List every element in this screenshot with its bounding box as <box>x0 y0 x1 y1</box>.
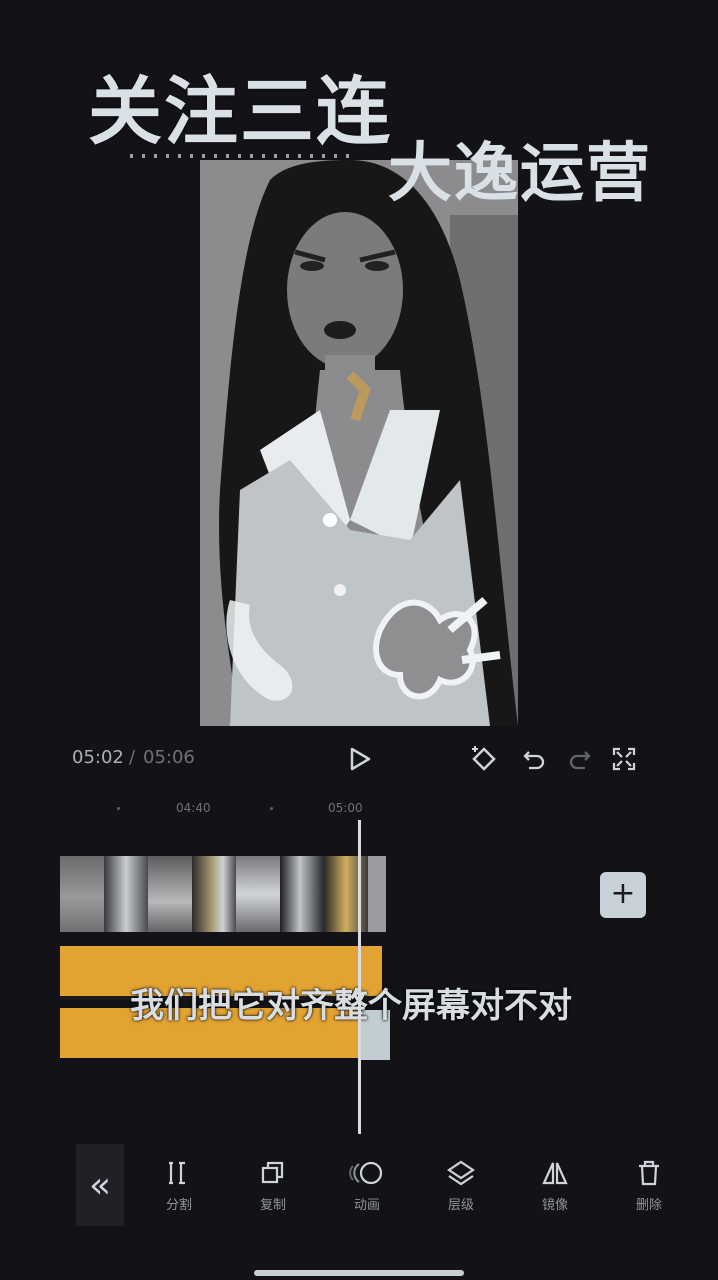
tool-label: 分割 <box>165 1198 192 1213</box>
preview-image <box>200 160 518 726</box>
mirror-icon <box>542 1162 568 1185</box>
subtitle-caption: 我们把它对齐整个屏幕对不对 <box>130 986 572 1026</box>
tool-label: 层级 <box>447 1198 474 1213</box>
animation-icon <box>349 1161 383 1185</box>
home-indicator[interactable] <box>254 1270 464 1276</box>
undo-button[interactable] <box>518 743 550 775</box>
time-separator: / <box>129 747 136 768</box>
clip-thumbnail <box>280 856 324 932</box>
overlay-subtitle: 大逸运营 <box>388 137 652 211</box>
ruler-dot <box>270 807 273 810</box>
redo-icon <box>569 751 591 770</box>
ruler-tick: 04:40 <box>176 801 211 815</box>
current-time: 05:02 <box>72 747 124 768</box>
video-preview[interactable] <box>200 160 518 726</box>
clip-thumbnail <box>148 856 192 932</box>
fullscreen-icon <box>612 747 636 771</box>
tool-animation[interactable]: 动画 <box>332 1156 402 1213</box>
collapse-toolbar-button[interactable]: « <box>76 1144 124 1226</box>
play-button[interactable] <box>344 743 376 775</box>
overlay-title: 关注三连 <box>88 69 392 155</box>
tool-label: 复制 <box>259 1198 286 1213</box>
keyframe-button[interactable] <box>468 742 500 774</box>
playhead[interactable] <box>358 820 361 1134</box>
ruler-tick: 05:00 <box>328 801 363 815</box>
total-time: 05:06 <box>143 747 195 768</box>
play-icon <box>350 747 371 771</box>
clip-thumbnail <box>104 856 148 932</box>
clip-thumbnail <box>192 856 236 932</box>
tool-label: 动画 <box>353 1198 380 1213</box>
redo-button[interactable] <box>564 743 596 775</box>
clip-thumbnail <box>60 856 104 932</box>
ruler-dot <box>117 807 120 810</box>
copy-icon <box>261 1161 284 1184</box>
tool-delete[interactable]: 删除 <box>614 1156 684 1213</box>
clip-thumbnail <box>324 856 368 932</box>
video-clip-track[interactable] <box>60 856 386 932</box>
clip-thumbnail <box>368 856 386 932</box>
layers-icon <box>447 1160 475 1186</box>
tool-layers[interactable]: 层级 <box>426 1156 496 1213</box>
add-clip-button[interactable]: + <box>600 872 646 918</box>
clip-thumbnail <box>236 856 280 932</box>
tool-split[interactable]: 分割 <box>144 1156 214 1213</box>
tool-mirror[interactable]: 镜像 <box>520 1156 590 1213</box>
split-icon <box>169 1161 185 1185</box>
tool-label: 删除 <box>635 1198 662 1213</box>
fullscreen-button[interactable] <box>608 743 640 775</box>
tool-label: 镜像 <box>541 1198 568 1213</box>
dotted-divider <box>130 154 350 158</box>
tool-copy[interactable]: 复制 <box>238 1156 308 1213</box>
undo-icon <box>523 751 545 770</box>
keyframe-icon <box>472 746 496 771</box>
delete-icon <box>639 1160 659 1186</box>
